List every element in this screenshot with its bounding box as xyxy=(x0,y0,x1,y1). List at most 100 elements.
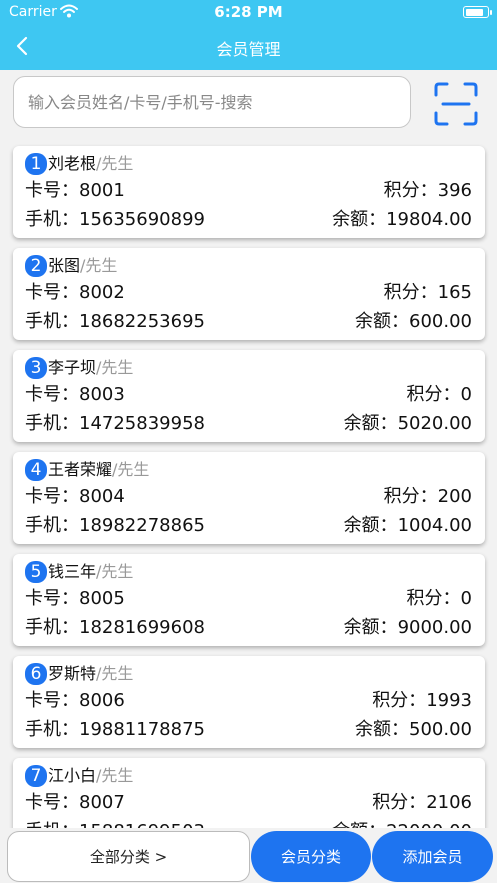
balance-label: 余额： xyxy=(355,311,410,332)
balance-value: 5020.00 xyxy=(397,413,472,434)
card-number-label: 卡号： xyxy=(25,384,79,405)
member-row-phone-balance: 手机：19881178875 余额：500.00 xyxy=(25,717,472,743)
phone-value: 18682253695 xyxy=(79,311,205,332)
member-row-phone-balance: 手机：14725839958 余额：5020.00 xyxy=(25,411,472,437)
member-name-line: 7 江小白/先生 xyxy=(25,764,133,788)
points-value: 1993 xyxy=(426,690,472,711)
balance-label: 余额： xyxy=(343,413,398,434)
phone-label: 手机： xyxy=(25,413,79,434)
member-title-suffix: /先生 xyxy=(96,562,134,581)
member-name-line: 1 刘老根/先生 xyxy=(25,152,133,176)
member-category-button[interactable]: 会员分类 xyxy=(251,831,371,882)
member-name: 李子坝 xyxy=(48,358,97,377)
points-label: 积分： xyxy=(406,384,461,405)
balance-value: 9000.00 xyxy=(397,617,472,638)
card-number-label: 卡号： xyxy=(25,486,79,507)
card-number-field: 卡号：8001 xyxy=(25,178,125,204)
member-name: 刘老根 xyxy=(48,154,97,173)
points-label: 积分： xyxy=(383,486,438,507)
card-number-value: 8002 xyxy=(79,282,125,303)
card-number-value: 8001 xyxy=(79,180,125,201)
member-name: 王者荣耀 xyxy=(48,460,113,479)
points-field: 积分：396 xyxy=(384,178,472,204)
phone-label: 手机： xyxy=(25,311,79,332)
all-categories-button[interactable]: 全部分类 > xyxy=(7,831,250,882)
member-card[interactable]: 6 罗斯特/先生 卡号：8006 积分：1993 手机：19881178875 余额：50… xyxy=(13,656,485,748)
balance-label: 余额： xyxy=(355,719,410,740)
member-index-badge: 1 xyxy=(25,153,47,175)
search-box[interactable] xyxy=(13,76,411,128)
member-row-phone-balance: 手机：15635690899 余额：19804.00 xyxy=(25,207,472,233)
balance-value: 22000.00 xyxy=(386,821,472,828)
phone-label: 手机： xyxy=(25,617,79,638)
phone-value: 15881699503 xyxy=(79,821,205,828)
member-card[interactable]: 3 李子坝/先生 卡号：8003 积分：0 手机：14725839958 余额：5020.… xyxy=(13,350,485,442)
balance-value: 1004.00 xyxy=(397,515,472,536)
points-value: 396 xyxy=(437,180,472,201)
member-title-suffix: /先生 xyxy=(112,460,150,479)
card-number-value: 8003 xyxy=(79,384,125,405)
card-number-value: 8007 xyxy=(79,792,125,813)
phone-field: 手机：18982278865 xyxy=(25,513,205,539)
member-row-card-points: 卡号：8007 积分：2106 xyxy=(25,790,472,816)
search-input[interactable] xyxy=(14,77,410,127)
member-title-suffix: /先生 xyxy=(80,256,118,275)
member-row-phone-balance: 手机：18682253695 余额：600.00 xyxy=(25,309,472,335)
member-card[interactable]: 7江小白/先生卡号：8007 积分：2106 手机：15881699503 余额：22… xyxy=(13,758,485,828)
phone-label: 手机： xyxy=(25,515,79,536)
member-name: 钱三年 xyxy=(48,562,97,581)
card-number-value: 8005 xyxy=(79,588,125,609)
member-name-line: 6 罗斯特/先生 xyxy=(25,662,133,686)
member-row-phone-balance: 手机：15881699503 余额：22000.00 xyxy=(25,819,472,828)
phone-field: 手机：15635690899 xyxy=(25,207,205,233)
phone-field: 手机：19881178875 xyxy=(25,717,205,743)
balance-label: 余额： xyxy=(332,821,386,828)
points-field: 积分：0 xyxy=(407,382,472,408)
points-field: 积分：200 xyxy=(384,484,472,510)
member-name: 张图 xyxy=(48,256,81,275)
card-number-label: 卡号： xyxy=(25,690,79,711)
points-label: 积分： xyxy=(383,180,438,201)
member-row-card-points: 卡号：8001 积分：396 xyxy=(25,178,472,204)
member-row-card-points: 卡号：8005 积分：0 xyxy=(25,586,472,612)
add-member-button[interactable]: 添加会员 xyxy=(372,831,493,882)
member-row-card-points: 卡号：8003 积分：0 xyxy=(25,382,472,408)
scan-icon[interactable] xyxy=(433,82,479,126)
phone-value: 18982278865 xyxy=(79,515,205,536)
points-value: 165 xyxy=(437,282,472,303)
member-card[interactable]: 2 张图/先生 卡号：8002 积分：165 手机：18682253695 余额：600.… xyxy=(13,248,485,340)
points-value: 0 xyxy=(460,588,472,609)
member-card[interactable]: 1 刘老根/先生 卡号：8001 积分：396 手机：15635690899 余额：198… xyxy=(13,146,485,238)
phone-value: 18281699608 xyxy=(79,617,205,638)
phone-field: 手机：15881699503 xyxy=(25,819,205,828)
points-field: 积分：1993 xyxy=(372,688,472,714)
member-index-badge: 7 xyxy=(25,765,47,787)
member-index-badge: 5 xyxy=(25,561,47,583)
member-index-badge: 3 xyxy=(25,357,47,379)
member-name-line: 4 王者荣耀/先生 xyxy=(25,458,149,482)
points-value: 200 xyxy=(437,486,472,507)
member-title-suffix: /先生 xyxy=(96,154,134,173)
balance-value: 19804.00 xyxy=(386,209,472,230)
status-time: 6:28 PM xyxy=(214,3,283,21)
phone-field: 手机：18281699608 xyxy=(25,615,205,641)
phone-label: 手机： xyxy=(25,719,79,740)
page-title: 会员管理 xyxy=(216,40,281,59)
member-card[interactable]: 4 王者荣耀/先生 卡号：8004 积分：200 手机：18982278865 余额：10… xyxy=(13,452,485,544)
card-number-label: 卡号： xyxy=(25,588,79,609)
points-value: 2106 xyxy=(426,792,472,813)
points-label: 积分： xyxy=(406,588,461,609)
member-title-suffix: /先生 xyxy=(96,358,134,377)
balance-value: 500.00 xyxy=(409,719,472,740)
member-card[interactable]: 5 钱三年/先生 卡号：8005 积分：0 手机：18281699608 余额：9000.… xyxy=(13,554,485,646)
member-name: 罗斯特 xyxy=(48,664,97,683)
phone-label: 手机： xyxy=(25,821,79,828)
member-title-suffix: /先生 xyxy=(96,664,134,683)
balance-field: 余额：500.00 xyxy=(355,717,472,743)
card-number-field: 卡号：8005 xyxy=(25,586,125,612)
balance-field: 余额：22000.00 xyxy=(332,819,472,828)
status-bar: Carrier 6:28 PM xyxy=(0,0,497,26)
balance-field: 余额：9000.00 xyxy=(344,615,472,641)
phone-field: 手机：14725839958 xyxy=(25,411,205,437)
points-label: 积分： xyxy=(372,690,427,711)
